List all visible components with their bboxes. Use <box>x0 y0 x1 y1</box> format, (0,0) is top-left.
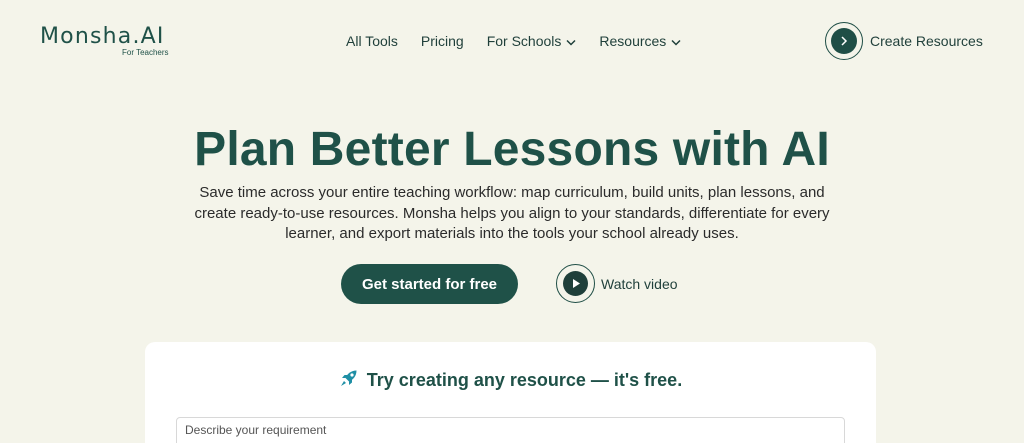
nav-pricing-label: Pricing <box>420 33 464 49</box>
chevron-down-icon <box>566 33 576 49</box>
site-header: Monsha.AI For Teachers All Tools Pricing… <box>0 0 1024 82</box>
nav-pricing[interactable]: Pricing <box>421 33 464 49</box>
rocket-icon <box>339 368 359 393</box>
card-heading: Try creating any resource — it's free. <box>145 368 876 393</box>
get-started-button[interactable]: Get started for free <box>341 264 518 304</box>
hero-description: Save time across your entire teaching wo… <box>194 184 830 242</box>
watch-video-button[interactable]: Watch video <box>556 264 678 303</box>
chevron-right-icon <box>831 28 857 54</box>
card-title: Try creating any resource — it's free. <box>366 370 683 390</box>
create-resources-label: Create Resources <box>870 33 983 49</box>
create-resources-button[interactable]: Create Resources <box>825 22 983 60</box>
play-icon <box>563 271 588 296</box>
watch-video-label: Watch video <box>601 275 678 292</box>
nav-for-schools-label: For Schools <box>486 33 562 49</box>
nav-resources[interactable]: Resources <box>599 33 681 49</box>
logo-text: Monsha.AI <box>40 24 165 49</box>
try-resource-card: Try creating any resource — it's free. <box>145 342 876 443</box>
main-nav: All Tools Pricing For Schools Resources <box>346 33 704 49</box>
watch-ring <box>556 264 595 303</box>
chevron-down-icon <box>671 33 681 49</box>
logo-tagline: For Teachers <box>122 48 169 57</box>
logo[interactable]: Monsha.AI For Teachers <box>40 24 169 58</box>
hero-title: Plan Better Lessons with AI <box>194 123 830 176</box>
nav-for-schools[interactable]: For Schools <box>487 33 577 49</box>
requirement-input[interactable] <box>176 417 845 443</box>
nav-all-tools[interactable]: All Tools <box>346 33 398 49</box>
nav-all-tools-label: All Tools <box>346 33 398 49</box>
cta-ring <box>825 22 863 60</box>
nav-resources-label: Resources <box>599 33 667 49</box>
